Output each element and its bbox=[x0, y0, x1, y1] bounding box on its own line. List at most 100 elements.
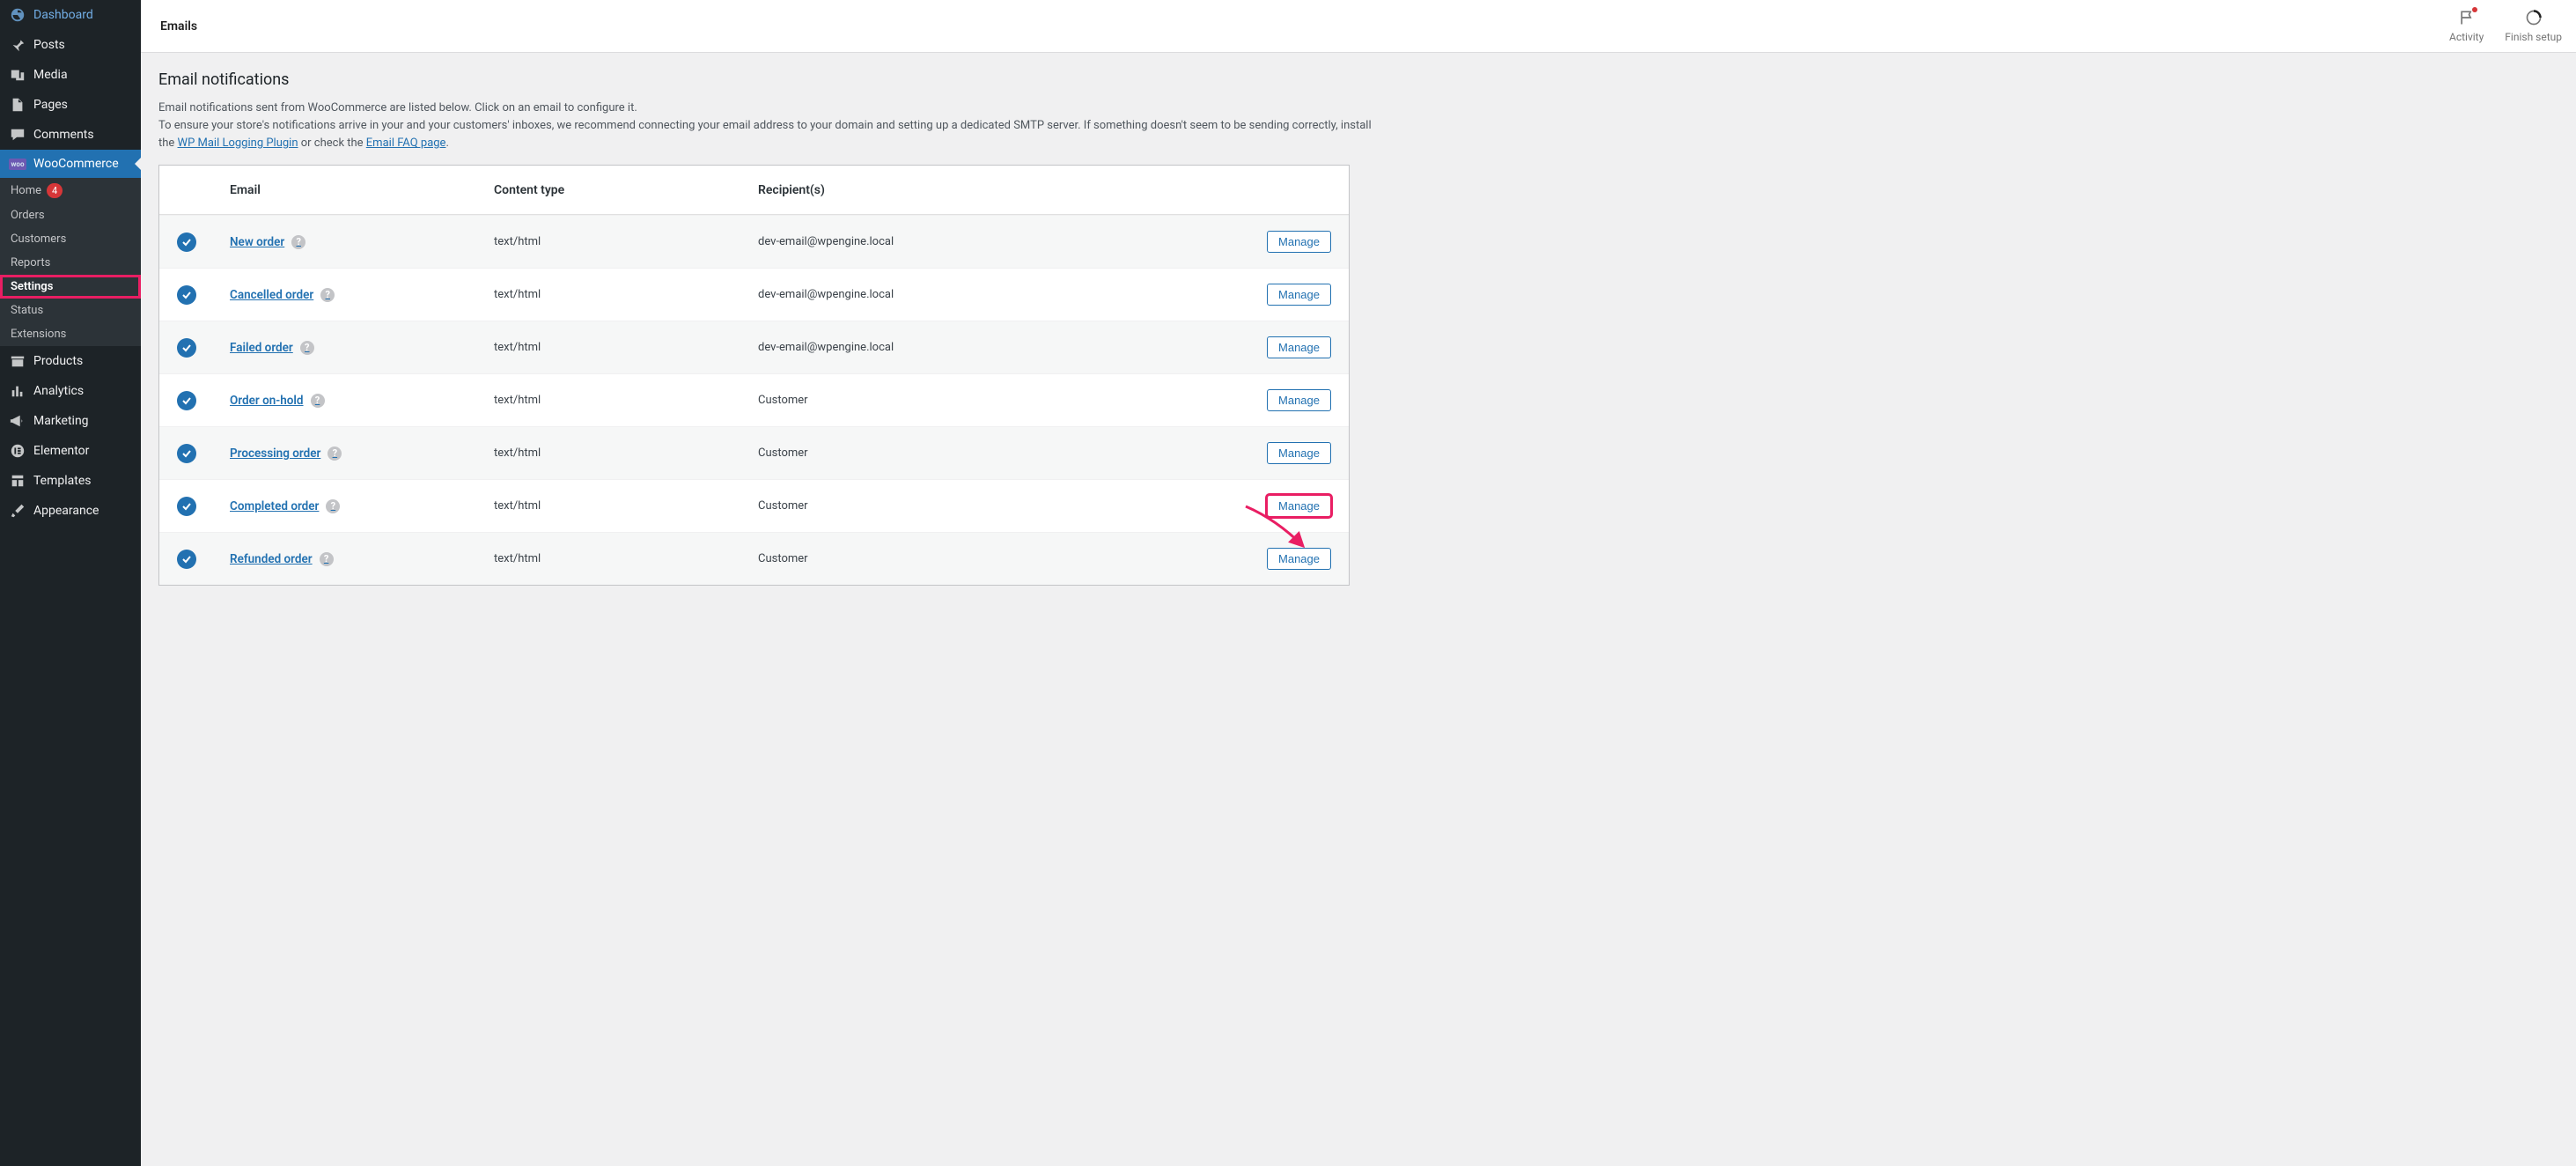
manage-button[interactable]: Manage bbox=[1267, 495, 1331, 517]
table-row: Cancelled order?text/htmldev-email@wpeng… bbox=[159, 268, 1349, 321]
help-icon[interactable]: ? bbox=[326, 499, 340, 513]
email-name-link[interactable]: New order? bbox=[230, 235, 305, 249]
sidebar-item-pages[interactable]: Pages bbox=[0, 90, 141, 120]
elementor-icon bbox=[9, 443, 26, 459]
page-icon bbox=[9, 97, 26, 113]
content-type-cell: text/html bbox=[494, 235, 758, 248]
submenu-item-label: Settings bbox=[11, 280, 53, 293]
email-name-text: Processing order bbox=[230, 446, 320, 461]
help-icon[interactable]: ? bbox=[320, 552, 334, 566]
woocommerce-submenu: Home 4 Orders Customers Reports Settings… bbox=[0, 178, 141, 346]
media-icon bbox=[9, 67, 26, 83]
recipient-cell: dev-email@wpengine.local bbox=[758, 341, 1225, 354]
sidebar-item-woocommerce[interactable]: woo WooCommerce bbox=[0, 150, 141, 178]
status-enabled-icon bbox=[177, 285, 196, 305]
status-enabled-icon bbox=[177, 232, 196, 252]
sidebar-item-label: Appearance bbox=[33, 504, 99, 518]
submenu-item-status[interactable]: Status bbox=[0, 299, 141, 322]
submenu-item-home[interactable]: Home 4 bbox=[0, 178, 141, 203]
manage-button[interactable]: Manage bbox=[1267, 548, 1331, 570]
sidebar-item-media[interactable]: Media bbox=[0, 60, 141, 90]
recipient-cell: Customer bbox=[758, 446, 1225, 460]
megaphone-icon bbox=[9, 413, 26, 429]
sidebar-item-posts[interactable]: Posts bbox=[0, 30, 141, 60]
status-enabled-icon bbox=[177, 338, 196, 358]
finish-setup-label: Finish setup bbox=[2505, 31, 2562, 43]
sidebar-item-label: Pages bbox=[33, 98, 68, 112]
brush-icon bbox=[9, 503, 26, 519]
col-email: Email bbox=[230, 183, 494, 197]
help-icon[interactable]: ? bbox=[328, 446, 342, 461]
content-type-cell: text/html bbox=[494, 446, 758, 460]
help-icon[interactable]: ? bbox=[311, 394, 325, 408]
email-name-link[interactable]: Processing order? bbox=[230, 446, 342, 461]
activity-button[interactable]: Activity bbox=[2449, 9, 2484, 43]
email-faq-link[interactable]: Email FAQ page bbox=[366, 137, 446, 150]
email-name-link[interactable]: Order on-hold? bbox=[230, 394, 325, 408]
sidebar-item-marketing[interactable]: Marketing bbox=[0, 406, 141, 436]
section-heading: Email notifications bbox=[158, 70, 2558, 89]
finish-setup-button[interactable]: Finish setup bbox=[2505, 9, 2562, 43]
sidebar-item-label: Marketing bbox=[33, 414, 89, 428]
status-enabled-icon bbox=[177, 550, 196, 569]
email-name-text: Cancelled order bbox=[230, 288, 313, 302]
wp-mail-logging-link[interactable]: WP Mail Logging Plugin bbox=[178, 137, 298, 150]
submenu-item-label: Extensions bbox=[11, 328, 66, 341]
manage-button[interactable]: Manage bbox=[1267, 336, 1331, 358]
table-row: Completed order?text/htmlCustomerManage bbox=[159, 479, 1349, 532]
content-type-cell: text/html bbox=[494, 341, 758, 354]
status-enabled-icon bbox=[177, 391, 196, 410]
email-name-text: Refunded order bbox=[230, 552, 313, 566]
sidebar-item-dashboard[interactable]: Dashboard bbox=[0, 0, 141, 30]
submenu-item-label: Home bbox=[11, 184, 41, 197]
submenu-item-settings[interactable]: Settings bbox=[0, 275, 141, 299]
sidebar-item-elementor[interactable]: Elementor bbox=[0, 436, 141, 466]
sidebar-item-analytics[interactable]: Analytics bbox=[0, 376, 141, 406]
help-icon[interactable]: ? bbox=[320, 288, 335, 302]
table-row: Processing order? text/htmlCustomer Manage bbox=[159, 426, 1349, 479]
pin-icon bbox=[9, 37, 26, 53]
manage-button[interactable]: Manage bbox=[1267, 231, 1331, 253]
submenu-item-extensions[interactable]: Extensions bbox=[0, 322, 141, 346]
email-name-link[interactable]: Refunded order? bbox=[230, 552, 334, 566]
sidebar-item-label: Templates bbox=[33, 474, 92, 488]
home-badge: 4 bbox=[47, 183, 63, 198]
manage-button[interactable]: Manage bbox=[1267, 389, 1331, 411]
table-row: Failed order? text/htmldev-email@wpengine… bbox=[159, 321, 1349, 373]
email-name-text: Order on-hold bbox=[230, 394, 304, 408]
archive-icon bbox=[9, 353, 26, 369]
help-icon[interactable]: ? bbox=[300, 341, 314, 355]
submenu-item-label: Customers bbox=[11, 232, 66, 246]
sidebar-item-products[interactable]: Products bbox=[0, 346, 141, 376]
content-type-cell: text/html bbox=[494, 288, 758, 301]
table-row: New order? text/htmldev-email@wpengine.lo… bbox=[159, 215, 1349, 268]
col-content-type: Content type bbox=[494, 183, 758, 197]
submenu-item-label: Reports bbox=[11, 256, 50, 269]
page-title: Emails bbox=[160, 19, 197, 33]
content-type-cell: text/html bbox=[494, 394, 758, 407]
sidebar-item-label: Posts bbox=[33, 38, 65, 52]
recipient-cell: Customer bbox=[758, 552, 1225, 565]
manage-button[interactable]: Manage bbox=[1267, 284, 1331, 306]
progress-icon bbox=[2525, 9, 2543, 29]
submenu-item-reports[interactable]: Reports bbox=[0, 251, 141, 275]
sidebar-item-appearance[interactable]: Appearance bbox=[0, 496, 141, 526]
submenu-item-label: Status bbox=[11, 304, 43, 317]
recipient-cell: dev-email@wpengine.local bbox=[758, 235, 1225, 248]
submenu-item-customers[interactable]: Customers bbox=[0, 227, 141, 251]
admin-sidebar: Dashboard Posts Media Pages Comments bbox=[0, 0, 141, 1166]
section-description: Email notifications sent from WooCommerc… bbox=[158, 100, 1373, 152]
submenu-item-orders[interactable]: Orders bbox=[0, 203, 141, 227]
status-enabled-icon bbox=[177, 497, 196, 516]
manage-button[interactable]: Manage bbox=[1267, 442, 1331, 464]
recipient-cell: Customer bbox=[758, 394, 1225, 407]
help-icon[interactable]: ? bbox=[291, 235, 305, 249]
templates-icon bbox=[9, 473, 26, 489]
email-name-link[interactable]: Completed order? bbox=[230, 499, 340, 513]
email-name-link[interactable]: Cancelled order? bbox=[230, 288, 335, 302]
email-name-link[interactable]: Failed order? bbox=[230, 341, 314, 355]
sidebar-item-comments[interactable]: Comments bbox=[0, 120, 141, 150]
sidebar-item-templates[interactable]: Templates bbox=[0, 466, 141, 496]
flag-icon bbox=[2458, 9, 2476, 29]
content-type-cell: text/html bbox=[494, 552, 758, 565]
